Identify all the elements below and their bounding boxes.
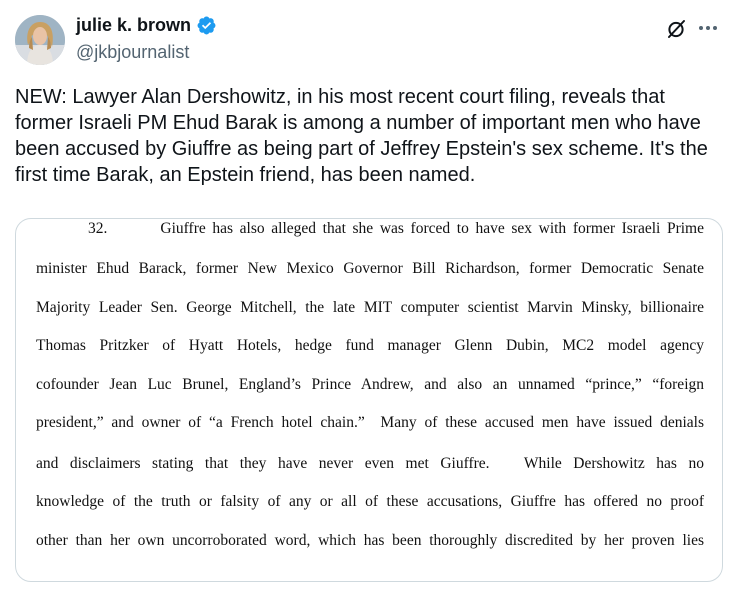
document-line: 32. Giuffre has also alleged that she wa… bbox=[88, 220, 704, 237]
document-line: knowledge of the truth or falsity of any… bbox=[36, 493, 704, 510]
tweet-text: NEW: Lawyer Alan Dershowitz, in his most… bbox=[15, 86, 708, 186]
author-handle[interactable]: @jkbjournalist bbox=[76, 41, 189, 63]
tweet: julie k. brown @jkbjournalist NEW: Lawye… bbox=[0, 0, 731, 590]
document-line: and disclaimers stating that they have n… bbox=[36, 455, 704, 472]
document-line: president,” and owner of “a French hotel… bbox=[36, 414, 704, 431]
grok-icon[interactable] bbox=[666, 19, 686, 39]
document-line: Thomas Pritzker of Hyatt Hotels, hedge f… bbox=[36, 337, 704, 354]
document-line: cofounder Jean Luc Brunel, England’s Pri… bbox=[36, 376, 704, 393]
avatar[interactable] bbox=[15, 15, 65, 65]
author-display-name[interactable]: julie k. brown bbox=[76, 14, 191, 36]
document-line: other than her own uncorroborated word, … bbox=[36, 532, 704, 549]
dot-icon bbox=[713, 26, 717, 30]
author-name-row: julie k. brown bbox=[76, 14, 217, 36]
document-line: minister Ehud Barack, former New Mexico … bbox=[36, 260, 704, 277]
verified-badge-icon bbox=[196, 15, 217, 36]
dot-icon bbox=[699, 26, 703, 30]
document-line: Majority Leader Sen. George Mitchell, th… bbox=[36, 299, 704, 316]
more-options-icon[interactable] bbox=[696, 18, 720, 38]
dot-icon bbox=[706, 26, 710, 30]
attached-document-image[interactable]: 32. Giuffre has also alleged that she wa… bbox=[15, 218, 723, 582]
